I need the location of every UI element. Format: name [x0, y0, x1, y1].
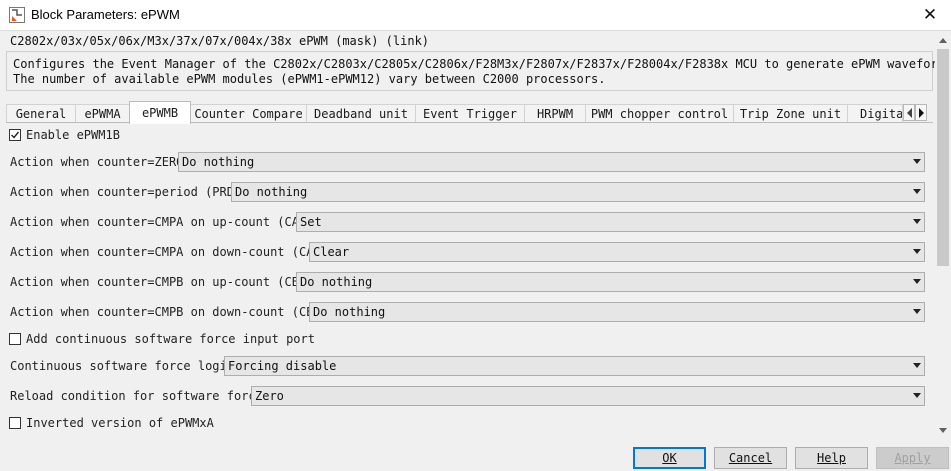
action-prd-select[interactable]: Do nothing — [231, 182, 925, 202]
dialog-footer: OK Cancel Help Apply — [0, 438, 951, 471]
tab-bar: General ePWMA ePWMB Counter Compare Dead… — [6, 101, 933, 124]
scroll-up-icon[interactable] — [935, 33, 951, 49]
tab-scroll-right-button[interactable] — [915, 104, 927, 121]
chevron-right-icon — [919, 108, 924, 118]
dropdown-arrow-icon — [913, 219, 921, 224]
action-cad-select[interactable]: Clear — [309, 242, 925, 262]
force-logic-value: Forcing disable — [228, 359, 337, 373]
tab-hrpwm[interactable]: HRPWM — [524, 104, 586, 123]
dropdown-arrow-icon — [913, 159, 921, 164]
action-cau-select[interactable]: Set — [296, 212, 925, 232]
ok-button[interactable]: OK — [633, 447, 706, 469]
tab-pwm-chopper-control[interactable]: PWM chopper control — [585, 104, 734, 123]
scroll-down-icon[interactable] — [935, 422, 951, 438]
window-title: Block Parameters: ePWM — [31, 7, 180, 22]
action-cbu-select[interactable]: Do nothing — [296, 272, 925, 292]
action-cau-label: Action when counter=CMPA on up-count (CA… — [10, 215, 321, 229]
action-zero-value: Do nothing — [182, 155, 255, 169]
dropdown-arrow-icon — [913, 249, 921, 254]
action-cbd-select[interactable]: Do nothing — [309, 302, 925, 322]
inverted-epwmxa-label: Inverted version of ePWMxA — [26, 416, 214, 430]
action-cad-label: Action when counter=CMPA on down-count (… — [10, 245, 336, 259]
tab-general[interactable]: General — [6, 104, 76, 123]
action-cbu-label: Action when counter=CMPB on up-count (CB… — [10, 275, 321, 289]
action-cbd-value: Do nothing — [313, 305, 386, 319]
help-button-label: Help — [817, 451, 846, 465]
description-line-2: The number of available ePWM modules (eP… — [13, 72, 606, 86]
tab-scroll-left-button[interactable] — [903, 104, 915, 121]
dropdown-arrow-icon — [913, 309, 921, 314]
action-zero-select[interactable]: Do nothing — [178, 152, 925, 172]
dropdown-arrow-icon — [913, 393, 921, 398]
force-logic-select[interactable]: Forcing disable — [224, 356, 925, 376]
action-cad-value: Clear — [313, 245, 350, 259]
tab-deadband-unit[interactable]: Deadband unit — [306, 104, 416, 123]
cancel-button[interactable]: Cancel — [714, 447, 787, 469]
description-box: Configures the Event Manager of the C280… — [6, 51, 951, 91]
action-zero-label: Action when counter=ZERO: — [10, 155, 191, 169]
reload-condition-select[interactable]: Zero — [251, 386, 925, 406]
force-logic-label: Continuous software force logic: — [10, 359, 242, 373]
tab-epwmb[interactable]: ePWMB — [129, 101, 191, 124]
action-cbd-label: Action when counter=CMPB on down-count (… — [10, 305, 336, 319]
action-prd-label: Action when counter=period (PRD): — [10, 185, 249, 199]
tab-digital[interactable]: Digita — [847, 104, 903, 123]
description-line-1: Configures the Event Manager of the C280… — [13, 57, 951, 71]
vertical-scrollbar[interactable] — [935, 33, 951, 438]
action-cau-value: Set — [300, 215, 322, 229]
help-button[interactable]: Help — [795, 447, 868, 469]
dropdown-arrow-icon — [913, 189, 921, 194]
tab-epwma[interactable]: ePWMA — [75, 104, 130, 123]
scrollbar-thumb[interactable] — [937, 49, 949, 266]
tab-counter-compare[interactable]: Counter Compare — [190, 104, 307, 123]
chevron-left-icon — [907, 108, 912, 118]
tab-trip-zone-unit[interactable]: Trip Zone unit — [733, 104, 848, 123]
action-cbu-value: Do nothing — [300, 275, 373, 289]
action-prd-value: Do nothing — [235, 185, 308, 199]
title-bar: Block Parameters: ePWM ✕ — [0, 0, 951, 31]
close-icon[interactable]: ✕ — [918, 4, 942, 26]
reload-condition-value: Zero — [255, 389, 284, 403]
add-force-port-checkbox[interactable] — [9, 333, 21, 345]
apply-button-label: Apply — [894, 451, 931, 465]
block-name: C2802x/03x/05x/06x/M3x/37x/07x/004x/38x … — [10, 34, 430, 48]
add-force-port-label: Add continuous software force input port — [26, 332, 315, 346]
reload-condition-label: Reload condition for software force: — [10, 389, 271, 403]
checkmark-icon — [11, 131, 20, 139]
enable-epwm1b-checkbox[interactable] — [9, 129, 21, 141]
apply-button[interactable]: Apply — [876, 447, 949, 469]
cancel-button-label: Cancel — [728, 451, 773, 465]
ok-button-label: OK — [662, 451, 677, 465]
simulink-block-icon — [9, 7, 25, 23]
enable-epwm1b-label: Enable ePWM1B — [26, 128, 120, 142]
dropdown-arrow-icon — [913, 363, 921, 368]
tab-event-trigger[interactable]: Event Trigger — [415, 104, 525, 123]
inverted-epwmxa-checkbox[interactable] — [9, 417, 21, 429]
dropdown-arrow-icon — [913, 279, 921, 284]
